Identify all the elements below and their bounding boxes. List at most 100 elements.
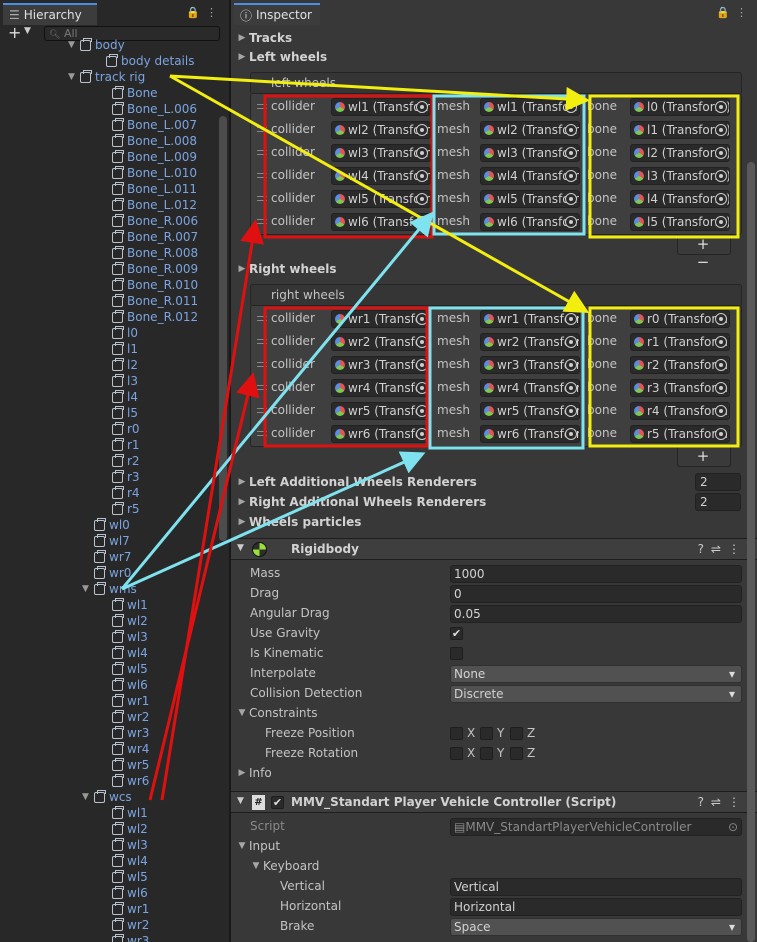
object-picker-icon[interactable]	[715, 124, 727, 136]
object-picker-icon[interactable]	[715, 101, 727, 113]
hierarchy-item[interactable]: wr3	[100, 933, 149, 942]
freeze-pos-x-checkbox[interactable]	[450, 727, 463, 740]
hierarchy-item[interactable]: wl3	[100, 837, 148, 853]
collider-object-field[interactable]: wl6 (Transform)	[331, 213, 431, 231]
right-additional-value[interactable]: 2	[695, 493, 741, 511]
drag-handle-icon[interactable]	[257, 173, 267, 178]
mesh-object-field[interactable]: wl5 (Transform)	[480, 190, 580, 208]
object-picker-icon[interactable]	[416, 336, 428, 348]
hierarchy-item[interactable]: wr5	[100, 757, 149, 773]
object-picker-icon[interactable]	[715, 193, 727, 205]
hierarchy-item[interactable]: wr7	[82, 549, 131, 565]
hierarchy-item[interactable]: wl1	[100, 597, 148, 613]
script-component-header[interactable]: ▼ # ✔ MMV_Standart Player Vehicle Contro…	[231, 791, 757, 813]
bone-object-field[interactable]: r1 (Transform)	[630, 333, 730, 351]
mesh-object-field[interactable]: wr6 (Transform)	[480, 425, 580, 443]
wheels-particles-foldout[interactable]: ▶ Wheels particles	[235, 512, 362, 532]
script-field[interactable]: ▤MMV_StandartPlayerVehicleController ⊙	[450, 818, 742, 836]
hierarchy-item[interactable]: l4	[100, 389, 138, 405]
hierarchy-item[interactable]: r2	[100, 453, 140, 469]
object-picker-icon[interactable]	[565, 382, 577, 394]
object-picker-icon[interactable]	[416, 147, 428, 159]
object-picker-icon[interactable]	[715, 313, 727, 325]
object-picker-icon[interactable]	[715, 216, 727, 228]
object-picker-icon[interactable]	[416, 216, 428, 228]
object-picker-icon[interactable]	[416, 193, 428, 205]
hierarchy-item[interactable]: r3	[100, 469, 140, 485]
hierarchy-item[interactable]: ▼ wms	[82, 581, 137, 597]
hierarchy-item[interactable]: l3	[100, 373, 138, 389]
freeze-rot-y-checkbox[interactable]	[480, 747, 493, 760]
object-picker-icon[interactable]	[565, 124, 577, 136]
hierarchy-item[interactable]: wr1	[100, 693, 149, 709]
add-button[interactable]: +	[8, 23, 21, 42]
component-menu-icons[interactable]: ?⇌⋮	[698, 795, 747, 809]
object-picker-icon[interactable]	[565, 193, 577, 205]
mesh-object-field[interactable]: wl4 (Transform)	[480, 167, 580, 185]
left-wheels-list-header[interactable]: left wheels	[250, 72, 742, 93]
input-foldout[interactable]: ▼ Input	[235, 836, 281, 856]
hierarchy-item[interactable]: wr3	[100, 725, 149, 741]
enabled-checkbox[interactable]: ✔	[271, 796, 284, 809]
hierarchy-item[interactable]: r5	[100, 501, 140, 517]
object-picker-icon[interactable]	[565, 405, 577, 417]
mesh-object-field[interactable]: wl1 (Transform)	[480, 98, 580, 116]
add-dropdown-icon[interactable]: ▼	[24, 26, 31, 36]
collision-dropdown[interactable]: Discrete	[450, 685, 742, 703]
bone-object-field[interactable]: l0 (Transform)	[630, 98, 730, 116]
hierarchy-item[interactable]: ▼ body	[68, 37, 125, 53]
hierarchy-item[interactable]: wl4	[100, 853, 148, 869]
hierarchy-item[interactable]: wr2	[100, 709, 149, 725]
object-picker-icon[interactable]	[715, 405, 727, 417]
hierarchy-item[interactable]: wl5	[100, 869, 148, 885]
collider-object-field[interactable]: wl2 (Transform)	[331, 121, 431, 139]
object-picker-icon[interactable]	[715, 336, 727, 348]
object-picker-icon[interactable]	[416, 101, 428, 113]
hierarchy-item[interactable]: wl3	[100, 629, 148, 645]
hierarchy-item[interactable]: wr6	[100, 773, 149, 789]
bone-object-field[interactable]: r3 (Transform)	[630, 379, 730, 397]
hierarchy-tab[interactable]: ☰ Hierarchy	[3, 3, 97, 25]
mesh-object-field[interactable]: wr1 (Transform)	[480, 310, 580, 328]
horizontal-field[interactable]: Horizontal	[450, 898, 742, 916]
brake-dropdown[interactable]: Space	[450, 918, 742, 936]
info-foldout[interactable]: ▶ Info	[235, 763, 272, 783]
hierarchy-item[interactable]: Bone_L.007	[100, 117, 197, 133]
inspector-tab[interactable]: ⓘ Inspector	[234, 3, 320, 25]
hierarchy-item[interactable]: Bone_L.011	[100, 181, 197, 197]
hierarchy-item[interactable]: l2	[100, 357, 138, 373]
object-picker-icon[interactable]	[565, 170, 577, 182]
hierarchy-item[interactable]: wl6	[100, 677, 148, 693]
hierarchy-item[interactable]: wr4	[100, 741, 149, 757]
panel-menu-icons[interactable]: 🔒⋮	[186, 6, 223, 19]
hierarchy-item[interactable]: Bone_R.010	[100, 277, 198, 293]
hierarchy-item[interactable]: r1	[100, 437, 140, 453]
right-additional-foldout[interactable]: ▶ Right Additional Wheels Renderers	[235, 492, 487, 512]
collider-object-field[interactable]: wr3 (Transform)	[331, 356, 431, 374]
mesh-object-field[interactable]: wr5 (Transform)	[480, 402, 580, 420]
collider-object-field[interactable]: wr1 (Transform)	[331, 310, 431, 328]
hierarchy-item[interactable]: body details	[94, 53, 194, 69]
object-picker-icon[interactable]	[416, 124, 428, 136]
inspector-scrollbar[interactable]	[747, 162, 755, 942]
expand-arrow-icon[interactable]: ▼	[68, 69, 80, 85]
is-kinematic-checkbox[interactable]	[450, 647, 463, 660]
bone-object-field[interactable]: l1 (Transform)	[630, 121, 730, 139]
object-picker-icon[interactable]	[565, 359, 577, 371]
object-picker-icon[interactable]	[565, 147, 577, 159]
mesh-object-field[interactable]: wl6 (Transform)	[480, 213, 580, 231]
interpolate-dropdown[interactable]: None	[450, 665, 742, 683]
drag-handle-icon[interactable]	[257, 104, 267, 109]
collider-object-field[interactable]: wr2 (Transform)	[331, 333, 431, 351]
bone-object-field[interactable]: l2 (Transform)	[630, 144, 730, 162]
mesh-object-field[interactable]: wr3 (Transform)	[480, 356, 580, 374]
hierarchy-item[interactable]: wl1	[100, 805, 148, 821]
hierarchy-item[interactable]: Bone_L.006	[100, 101, 197, 117]
collider-object-field[interactable]: wl1 (Transform)	[331, 98, 431, 116]
keyboard-foldout[interactable]: ▼ Keyboard	[249, 856, 320, 876]
mesh-object-field[interactable]: wr2 (Transform)	[480, 333, 580, 351]
use-gravity-checkbox[interactable]: ✔	[450, 627, 463, 640]
bone-object-field[interactable]: r5 (Transform)	[630, 425, 730, 443]
vertical-field[interactable]: Vertical	[450, 878, 742, 896]
collider-object-field[interactable]: wr4 (Transform)	[331, 379, 431, 397]
